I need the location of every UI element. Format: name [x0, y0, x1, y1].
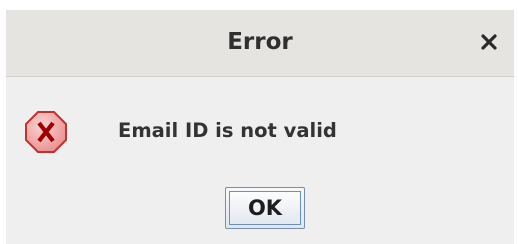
error-message: Email ID is not valid: [118, 119, 337, 142]
error-icon: [24, 110, 68, 154]
dialog-title: Error: [227, 29, 293, 55]
ok-button-label: OK: [229, 191, 301, 225]
dialog-titlebar: Error: [6, 10, 514, 77]
close-icon[interactable]: [478, 31, 500, 53]
error-dialog: Error Email ID is not valid OK: [6, 10, 514, 244]
ok-button[interactable]: OK: [225, 187, 305, 229]
